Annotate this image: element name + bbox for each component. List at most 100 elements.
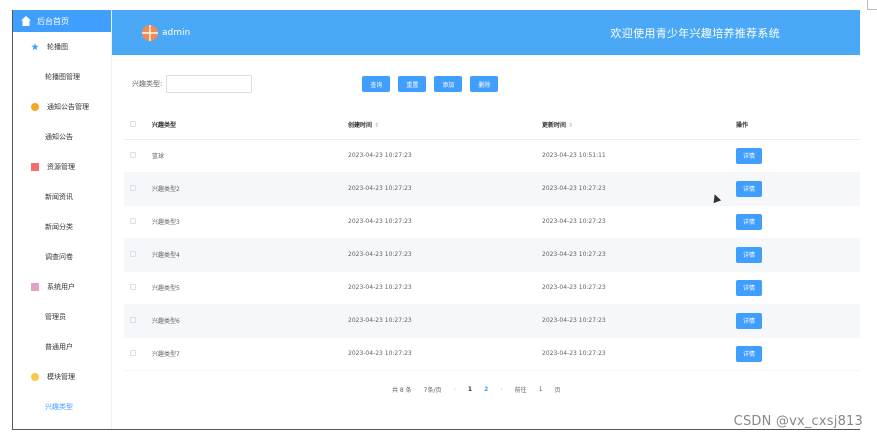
cell-updated: 2023-04-23 10:27:23	[542, 304, 736, 338]
search-bar: 兴趣类型: 查询 重置 添加 删除	[132, 75, 506, 93]
page-2[interactable]: 2	[484, 386, 488, 393]
row-checkbox[interactable]	[130, 316, 136, 323]
row-checkbox[interactable]	[130, 184, 136, 191]
cell-updated: 2023-04-23 10:27:23	[542, 205, 736, 239]
grid-icon	[31, 163, 39, 171]
sidebar-item-label: 兴趣类型	[45, 403, 73, 411]
pagination-total: 共 8 条	[392, 387, 412, 394]
col-created[interactable]: 创建时间 ⇕	[348, 111, 542, 140]
table-row[interactable]: 兴趣类型3 2023-04-23 10:27:23 2023-04-23 10:27…	[124, 205, 860, 239]
row-checkbox[interactable]	[130, 283, 136, 290]
detail-button[interactable]: 详情	[736, 312, 762, 329]
sidebar-menu: 轮播图轮播图管理通知公告管理 通知公告资源管理新闻资讯新闻分类 调查问卷 系统用户管理…	[13, 32, 111, 429]
page-1[interactable]: 1	[468, 386, 472, 393]
detail-button[interactable]: 详情	[736, 213, 762, 230]
cell-interest-type: 兴趣类型4	[152, 238, 348, 272]
table-row[interactable]: 兴趣类型5 2023-04-23 10:27:23 2023-04-23 10:27…	[124, 271, 860, 305]
cell-created: 2023-04-23 10:27:23	[348, 271, 542, 305]
sidebar-group[interactable]: 通知公告管理	[13, 92, 111, 122]
row-checkbox[interactable]	[130, 250, 136, 257]
sidebar-item[interactable]: 普通用户	[13, 332, 111, 362]
reset-button[interactable]: 重置	[398, 76, 427, 92]
col-updated[interactable]: 更新时间 ⇕	[542, 111, 736, 140]
cell-created: 2023-04-23 10:27:23	[348, 139, 542, 173]
sidebar-group[interactable]: 资源管理	[13, 152, 111, 182]
table-header-row: 兴趣类型 创建时间 ⇕ 更新时间 ⇕ 操作	[124, 111, 860, 140]
sidebar-item[interactable]: 兴趣爱好	[13, 422, 111, 429]
sidebar-item-label: 轮播图管理	[45, 73, 80, 81]
circle-icon	[31, 373, 39, 381]
prev-page-icon[interactable]: ‹	[453, 386, 455, 393]
sidebar-item-label: 轮播图	[47, 43, 68, 51]
top-header: admin 欢迎使用青少年兴趣培养推荐系统	[112, 10, 860, 55]
home-icon	[21, 16, 31, 26]
cell-created: 2023-04-23 10:27:23	[348, 205, 542, 239]
sort-icon: ⇕	[568, 122, 574, 130]
interest-type-input[interactable]	[166, 75, 253, 93]
cell-interest-type: 兴趣类型2	[152, 172, 348, 206]
search-label: 兴趣类型:	[132, 80, 163, 88]
server-icon	[31, 283, 39, 291]
sidebar-item[interactable]: 管理员	[13, 302, 111, 332]
watermark: CSDN @vx_cxsj813	[733, 414, 863, 429]
delete-button[interactable]: 删除	[470, 76, 499, 92]
add-button[interactable]: 添加	[434, 76, 463, 92]
sidebar-item-label: 管理员	[45, 313, 66, 321]
sidebar: 后台首页 轮播图轮播图管理通知公告管理 通知公告资源管理新闻资讯新闻分类 调查问卷系…	[13, 10, 112, 429]
cell-updated: 2023-04-23 10:27:23	[542, 271, 736, 305]
star-icon	[31, 43, 39, 51]
sidebar-group[interactable]: 模块管理	[13, 362, 111, 392]
sidebar-item-label: 新闻资讯	[45, 193, 73, 201]
sidebar-group[interactable]: 系统用户	[13, 272, 111, 302]
cell-updated: 2023-04-23 10:51:11	[542, 139, 736, 173]
sidebar-item-label: 通知公告	[45, 133, 73, 141]
cell-interest-type: 兴趣类型5	[152, 271, 348, 305]
detail-button[interactable]: 详情	[736, 246, 762, 263]
data-table: 兴趣类型 创建时间 ⇕ 更新时间 ⇕ 操作 篮球 2023-04-23 10:27:2…	[124, 111, 860, 371]
table-row[interactable]: 兴趣类型2 2023-04-23 10:27:23 2023-04-23 10:27…	[124, 172, 860, 206]
table-row[interactable]: 兴趣类型4 2023-04-23 10:27:23 2023-04-23 10:27…	[124, 238, 860, 272]
row-checkbox[interactable]	[130, 151, 136, 158]
cell-interest-type: 兴趣类型7	[152, 337, 348, 371]
cell-created: 2023-04-23 10:27:23	[348, 337, 542, 371]
detail-button[interactable]: 详情	[736, 279, 762, 296]
avatar	[142, 24, 158, 41]
row-checkbox[interactable]	[130, 349, 136, 356]
table-row[interactable]: 兴趣类型6 2023-04-23 10:27:23 2023-04-23 10:27…	[124, 304, 860, 338]
detail-button[interactable]: 详情	[736, 147, 762, 164]
sidebar-item[interactable]: 轮播图管理	[13, 62, 111, 92]
row-checkbox[interactable]	[130, 217, 136, 224]
table-row[interactable]: 篮球 2023-04-23 10:27:23 2023-04-23 10:51:11…	[124, 139, 860, 173]
goto-input[interactable]: 1	[539, 386, 543, 393]
cell-created: 2023-04-23 10:27:23	[348, 238, 542, 272]
window-corner	[867, 0, 877, 10]
pagination: 共 8 条 7条/页 ‹ 1 2 › 前往 1 页	[392, 385, 573, 394]
cell-created: 2023-04-23 10:27:23	[348, 172, 542, 206]
page-size-select[interactable]: 7条/页	[424, 385, 442, 394]
select-all-checkbox[interactable]	[130, 120, 136, 127]
sidebar-item-label: 模块管理	[47, 373, 75, 381]
sidebar-item-label: 资源管理	[47, 163, 75, 171]
detail-button[interactable]: 详情	[736, 180, 762, 197]
username: admin	[162, 27, 191, 38]
sidebar-item[interactable]: 兴趣类型	[13, 392, 111, 422]
cell-updated: 2023-04-23 10:27:23	[542, 238, 736, 272]
sidebar-item[interactable]: 调查问卷	[13, 242, 111, 272]
cell-created: 2023-04-23 10:27:23	[348, 304, 542, 338]
sidebar-item[interactable]: 通知公告	[13, 122, 111, 152]
welcome-title: 欢迎使用青少年兴趣培养推荐系统	[610, 26, 780, 40]
user-info[interactable]: admin	[142, 24, 191, 41]
table-row[interactable]: 兴趣类型7 2023-04-23 10:27:23 2023-04-23 10:27…	[124, 337, 860, 371]
sun-icon	[31, 103, 39, 111]
next-page-icon[interactable]: ›	[500, 386, 502, 393]
sort-icon: ⇕	[374, 122, 380, 130]
goto-label: 前往	[514, 387, 527, 394]
sidebar-group[interactable]: 轮播图	[13, 32, 111, 62]
sidebar-item[interactable]: 新闻分类	[13, 212, 111, 242]
sidebar-item[interactable]: 新闻资讯	[13, 182, 111, 212]
sidebar-item-label: 通知公告管理	[47, 103, 89, 111]
cell-interest-type: 兴趣类型3	[152, 205, 348, 239]
detail-button[interactable]: 详情	[736, 345, 762, 362]
sidebar-home[interactable]: 后台首页	[13, 10, 111, 32]
query-button[interactable]: 查询	[362, 76, 391, 92]
